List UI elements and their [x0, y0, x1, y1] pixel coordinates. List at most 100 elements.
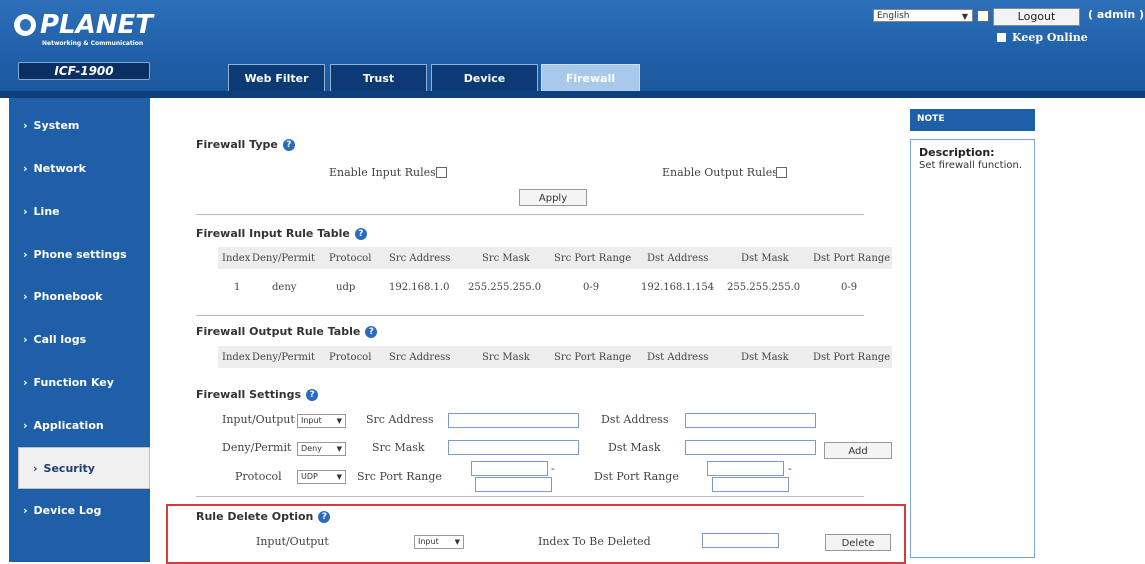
- enable-output-checkbox[interactable]: [776, 167, 787, 178]
- table-cell: 192.168.1.154: [641, 282, 715, 293]
- range-dash: -: [551, 462, 555, 475]
- divider: [196, 214, 864, 215]
- logout-button[interactable]: Logout: [993, 8, 1080, 26]
- column-header-dst-port-range: Dst Port Range: [813, 253, 891, 264]
- deny-permit-value: Deny: [301, 444, 322, 453]
- column-header-dst-address: Dst Address: [647, 253, 709, 264]
- help-icon[interactable]: ?: [282, 139, 295, 151]
- table-cell: 255.255.255.0: [727, 282, 801, 293]
- tab-firewall[interactable]: Firewall: [541, 64, 640, 91]
- sidebar-item-security[interactable]: › Security: [18, 447, 150, 489]
- sidebar-item-application[interactable]: › Application: [9, 405, 150, 447]
- table-cell: 255.255.255.0: [468, 282, 542, 293]
- input-table-title: Firewall Input Rule Table?: [196, 227, 367, 240]
- chevron-right-icon: ›: [23, 162, 28, 175]
- sidebar-item-label: Network: [33, 162, 86, 175]
- chevron-right-icon: ›: [23, 504, 28, 517]
- keep-online-checkbox[interactable]: [997, 33, 1006, 42]
- sidebar-item-phonebook[interactable]: › Phonebook: [9, 276, 150, 318]
- column-header-deny-permit: Deny/Permit: [252, 253, 316, 264]
- range-dash: -: [788, 462, 792, 475]
- column-header-src-mask: Src Mask: [482, 352, 530, 363]
- delete-title: Rule Delete Option?: [196, 510, 331, 523]
- note-title: Description:: [919, 146, 995, 159]
- chevron-right-icon: ›: [33, 462, 38, 475]
- dst-address-label: Dst Address: [601, 413, 669, 426]
- input-table-title-text: Firewall Input Rule Table: [196, 227, 350, 240]
- help-icon[interactable]: ?: [365, 326, 378, 338]
- sidebar-item-line[interactable]: › Line: [9, 191, 150, 233]
- tab-trust-certificates[interactable]: Trust Certificates: [330, 64, 427, 112]
- logo-icon: [14, 14, 36, 36]
- delete-button[interactable]: Delete: [825, 534, 891, 551]
- help-icon[interactable]: ?: [306, 389, 319, 401]
- deny-permit-select[interactable]: Deny ▼: [297, 442, 346, 456]
- tab-device-certificates[interactable]: Device Certificates: [431, 64, 538, 112]
- dst-port-start-input[interactable]: [707, 461, 784, 476]
- column-header-src-address: Src Address: [389, 253, 451, 264]
- table-cell: 192.168.1.0: [389, 282, 450, 293]
- protocol-label: Protocol: [235, 470, 282, 483]
- index-to-delete-input[interactable]: [702, 533, 779, 548]
- settings-title: Firewall Settings?: [196, 388, 319, 401]
- dst-port-range-label: Dst Port Range: [594, 470, 679, 483]
- src-address-label: Src Address: [366, 413, 434, 426]
- io-select-value: Input: [301, 416, 322, 425]
- column-header-dst-address: Dst Address: [647, 352, 709, 363]
- language-select[interactable]: English ▼: [873, 9, 973, 22]
- output-table-title: Firewall Output Rule Table?: [196, 325, 378, 338]
- sidebar-item-label: Device Log: [33, 504, 102, 517]
- chevron-down-icon: ▼: [454, 538, 460, 546]
- sidebar-item-label: Application: [33, 419, 104, 432]
- column-header-index: Index: [222, 253, 251, 264]
- tab-web-filter[interactable]: Web Filter: [228, 64, 325, 91]
- column-header-dst-port-range: Dst Port Range: [813, 352, 891, 363]
- help-icon[interactable]: ?: [354, 228, 367, 240]
- user-label: ( admin ): [1088, 8, 1145, 21]
- enable-input-label: Enable Input Rules:: [329, 166, 440, 179]
- dst-mask-input[interactable]: [685, 440, 816, 455]
- table-cell: 0-9: [841, 282, 858, 293]
- table-cell: deny: [272, 282, 297, 293]
- dst-port-end-input[interactable]: [712, 477, 789, 492]
- io-label: Input/Output: [222, 413, 295, 426]
- index-to-delete-label: Index To Be Deleted: [538, 535, 651, 548]
- sidebar-item-network[interactable]: › Network: [9, 148, 150, 190]
- io-select[interactable]: Input ▼: [297, 414, 346, 428]
- src-mask-input[interactable]: [448, 440, 579, 455]
- src-port-end-input[interactable]: [475, 477, 552, 492]
- help-icon[interactable]: ?: [318, 511, 331, 523]
- chevron-right-icon: ›: [23, 290, 28, 303]
- src-address-input[interactable]: [448, 413, 579, 428]
- chevron-down-icon: ▼: [336, 473, 342, 481]
- sidebar-item-label: Phonebook: [33, 290, 103, 303]
- sidebar: › System › Network › Line › Phone settings ›…: [9, 98, 150, 562]
- table-cell: 0-9: [583, 282, 600, 293]
- settings-title-text: Firewall Settings: [196, 388, 302, 401]
- enable-input-checkbox[interactable]: [436, 167, 447, 178]
- sidebar-item-system[interactable]: › System: [9, 105, 150, 147]
- sidebar-item-phone-settings[interactable]: › Phone settings: [9, 234, 150, 276]
- note-panel: Description: Set firewall function.: [910, 139, 1035, 558]
- language-checkbox[interactable]: [977, 10, 989, 22]
- sidebar-item-function-key[interactable]: › Function Key: [9, 362, 150, 404]
- delete-io-select[interactable]: Input ▼: [414, 535, 464, 549]
- protocol-select[interactable]: UDP ▼: [297, 470, 346, 484]
- apply-button[interactable]: Apply: [519, 189, 587, 206]
- column-header-index: Index: [222, 352, 251, 363]
- sidebar-item-label: Call logs: [33, 333, 87, 346]
- delete-io-label: Input/Output: [256, 535, 329, 548]
- sidebar-item-device-log[interactable]: › Device Log: [9, 490, 150, 532]
- firewall-type-title-text: Firewall Type: [196, 138, 278, 151]
- add-button[interactable]: Add: [824, 442, 892, 459]
- column-header-src-port-range: Src Port Range: [554, 352, 632, 363]
- dst-address-input[interactable]: [685, 413, 816, 428]
- sidebar-item-call-logs[interactable]: › Call logs: [9, 319, 150, 361]
- sidebar-item-label: Phone settings: [33, 248, 127, 261]
- src-port-range-label: Src Port Range: [357, 470, 442, 483]
- chevron-right-icon: ›: [23, 419, 28, 432]
- dst-mask-label: Dst Mask: [608, 441, 661, 454]
- src-port-start-input[interactable]: [471, 461, 548, 476]
- delete-io-value: Input: [418, 537, 439, 546]
- chevron-right-icon: ›: [23, 205, 28, 218]
